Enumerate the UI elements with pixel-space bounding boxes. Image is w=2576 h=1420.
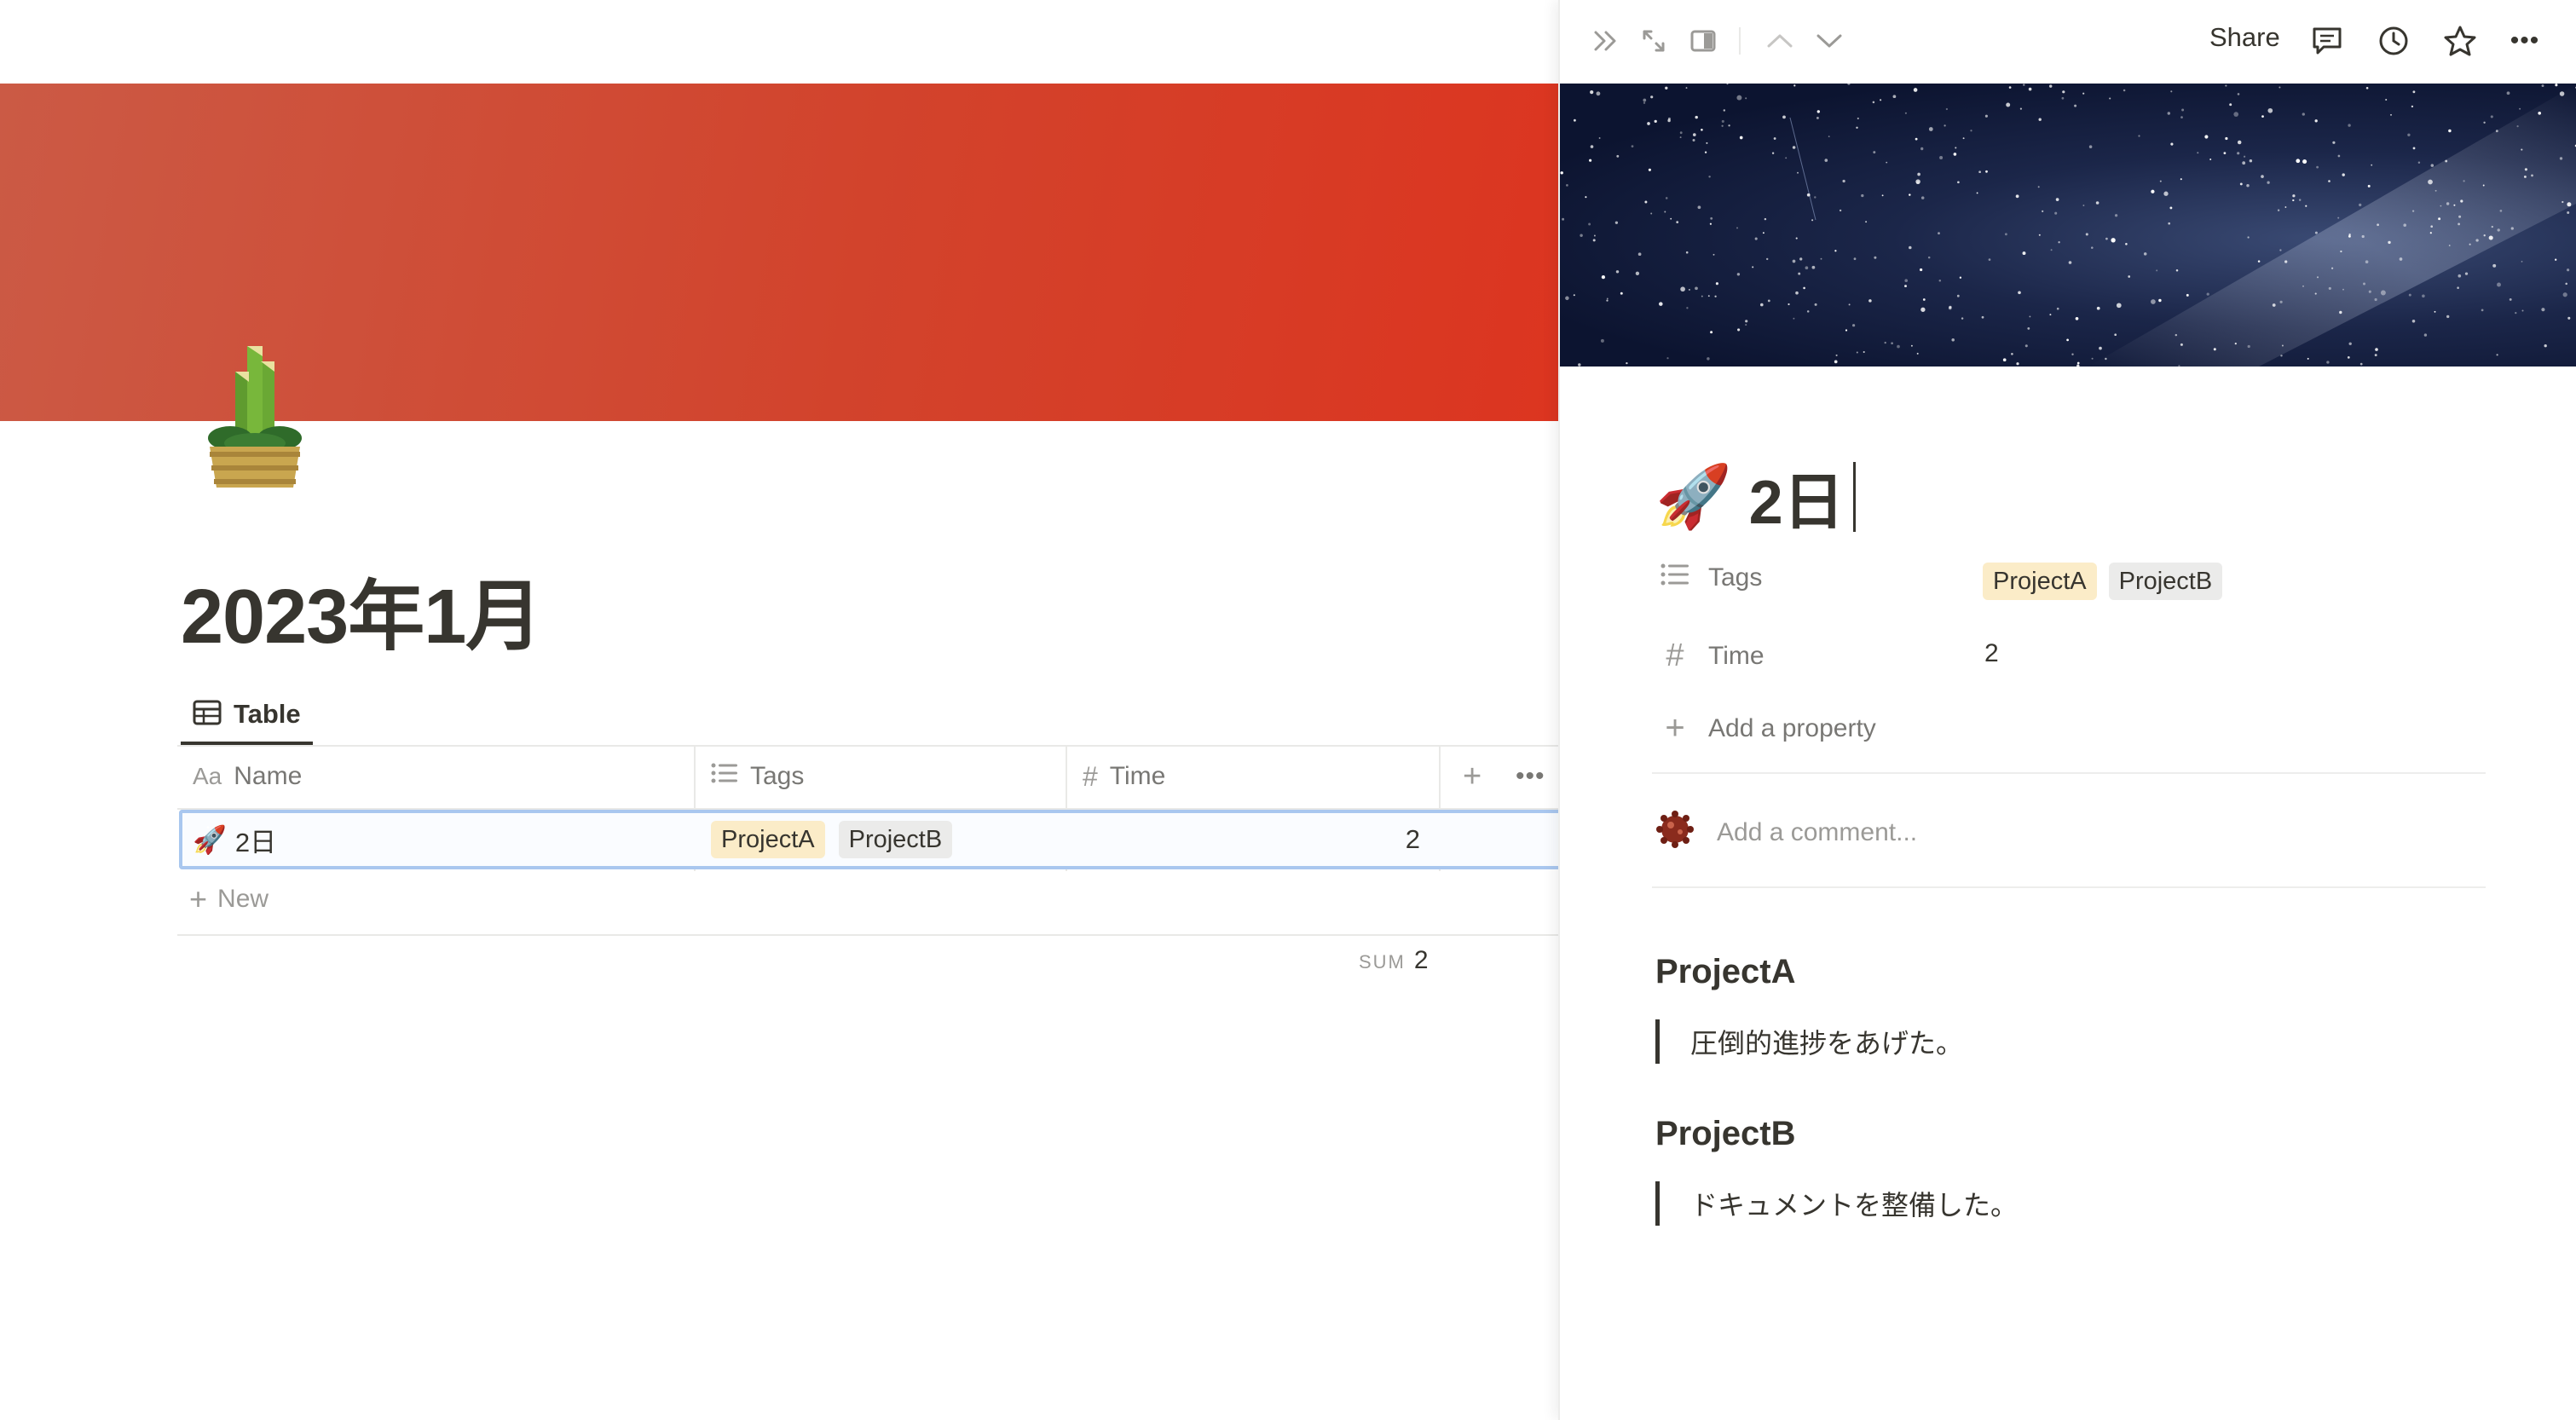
divider bbox=[1652, 886, 2486, 888]
star-icon[interactable] bbox=[2443, 24, 2477, 58]
share-button[interactable]: Share bbox=[2209, 22, 2280, 53]
comment-icon[interactable] bbox=[2310, 24, 2344, 58]
tag-projecta: ProjectA bbox=[1983, 563, 2097, 600]
property-time[interactable]: # Time bbox=[1661, 638, 1765, 674]
cell-time[interactable]: 2 bbox=[1067, 810, 1439, 869]
column-label: Name bbox=[234, 762, 303, 790]
peek-cover-starfield[interactable] bbox=[1560, 84, 2576, 367]
kadomatsu-icon[interactable] bbox=[199, 338, 310, 491]
number-property-icon: # bbox=[1083, 760, 1098, 792]
clock-icon[interactable] bbox=[2377, 24, 2411, 58]
side-peek-panel: Share ••• 🚀 2日 Tags ProjectA ProjectB # … bbox=[1558, 0, 2576, 1420]
peek-mode-icon[interactable] bbox=[1686, 24, 1720, 58]
add-column-button[interactable]: + bbox=[1456, 745, 1507, 808]
column-header-name[interactable]: Aa Name bbox=[177, 745, 694, 808]
quote-block[interactable]: ドキュメントを整備した。 bbox=[1655, 1181, 2018, 1226]
sum-label: SUM bbox=[1359, 951, 1406, 973]
plus-icon: + bbox=[1665, 709, 1685, 747]
column-label: Tags bbox=[750, 762, 805, 790]
property-name: Tags bbox=[1708, 563, 1763, 592]
close-peek-icon[interactable] bbox=[1589, 24, 1623, 58]
time-value: 2 bbox=[1984, 639, 1999, 667]
chevron-down-icon[interactable] bbox=[1812, 24, 1846, 58]
column-header-tags[interactable]: Tags bbox=[696, 745, 1066, 808]
peek-page-title[interactable]: 🚀 2日 bbox=[1655, 452, 1856, 541]
number-property-icon: # bbox=[1666, 638, 1684, 673]
plus-icon: + bbox=[1463, 758, 1482, 794]
comment-placeholder: Add a comment... bbox=[1717, 818, 1918, 846]
more-icon: ••• bbox=[1516, 762, 1545, 790]
page-topbar bbox=[0, 0, 1558, 84]
tab-table-view[interactable]: Table bbox=[181, 687, 313, 745]
sum-calculation[interactable]: SUM 2 bbox=[1359, 946, 1429, 975]
heading-projecta[interactable]: ProjectA bbox=[1655, 953, 1796, 991]
more-options-button[interactable]: ••• bbox=[1512, 745, 1558, 808]
plus-icon: + bbox=[189, 881, 208, 916]
peek-topbar: Share ••• bbox=[1560, 0, 2576, 84]
tab-label: Table bbox=[234, 699, 301, 729]
table-bottom-border bbox=[177, 934, 1558, 936]
database-page: 2023年1月 Table Aa Name Tags # Time + ••• … bbox=[0, 0, 1558, 1420]
row-title: 2日 bbox=[234, 827, 277, 857]
expand-icon[interactable] bbox=[1637, 24, 1671, 58]
avatar bbox=[1655, 810, 1695, 856]
add-property-button[interactable]: + Add a property bbox=[1661, 709, 1876, 748]
tag-projecta: ProjectA bbox=[711, 821, 825, 858]
rocket-icon: 🚀 bbox=[193, 824, 227, 855]
quote-block[interactable]: 圧倒的進捗をあげた。 bbox=[1655, 1019, 1963, 1064]
divider bbox=[1652, 772, 2486, 774]
heading-projectb[interactable]: ProjectB bbox=[1655, 1115, 1796, 1153]
sum-value: 2 bbox=[1413, 946, 1429, 974]
toolbar-divider bbox=[1739, 27, 1741, 55]
column-header-time[interactable]: # Time bbox=[1067, 745, 1439, 808]
chevron-up-icon[interactable] bbox=[1763, 24, 1797, 58]
tag-projectb: ProjectB bbox=[838, 821, 953, 858]
time-value: 2 bbox=[1405, 824, 1420, 854]
property-tags[interactable]: Tags bbox=[1661, 563, 1762, 593]
comment-input[interactable]: Add a comment... bbox=[1655, 810, 1917, 856]
cell-name[interactable]: 🚀 2日 bbox=[193, 810, 687, 869]
rocket-icon: 🚀 bbox=[1655, 463, 1732, 531]
tag-projectb: ProjectB bbox=[2108, 563, 2223, 600]
more-icon[interactable]: ••• bbox=[2508, 24, 2542, 58]
column-label: Time bbox=[1109, 762, 1166, 790]
new-row-button[interactable]: + New bbox=[189, 881, 269, 917]
property-tags-value[interactable]: ProjectA ProjectB bbox=[1983, 563, 2223, 600]
add-property-label: Add a property bbox=[1708, 713, 1876, 742]
list-icon bbox=[1661, 563, 1689, 593]
text-cursor bbox=[1852, 461, 1856, 532]
page-title[interactable]: 2023年1月 bbox=[181, 554, 542, 665]
title-text: 2日 bbox=[1748, 469, 1845, 537]
text-property-icon: Aa bbox=[193, 763, 222, 789]
property-time-value[interactable]: 2 bbox=[1984, 639, 1999, 668]
table-icon bbox=[193, 700, 222, 730]
property-name: Time bbox=[1708, 641, 1765, 670]
cell-tags[interactable]: ProjectA ProjectB bbox=[711, 810, 1060, 869]
list-icon bbox=[711, 762, 738, 791]
new-label: New bbox=[217, 885, 269, 913]
